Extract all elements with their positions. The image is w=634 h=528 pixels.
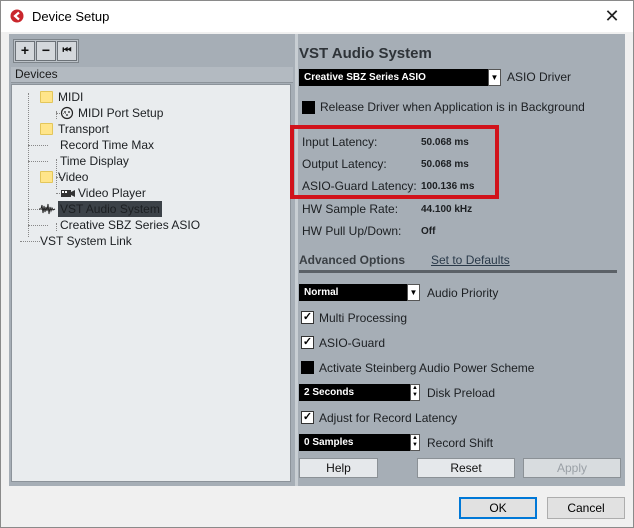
adjust-latency-label: Adjust for Record Latency <box>319 411 458 425</box>
folder-icon <box>40 171 53 183</box>
midi-port-icon <box>60 106 74 120</box>
content-area: + − ⏮ Devices MIDI MIDI Port Setup Trans… <box>9 34 625 486</box>
asio-guard-checkbox[interactable]: ✓ <box>301 336 314 349</box>
window-title: Device Setup <box>32 9 110 24</box>
spin-arrows-icon[interactable]: ▲ ▼ <box>410 434 420 451</box>
device-setup-window: Device Setup ✕ + − ⏮ Devices MIDI MIDI P… <box>0 0 634 528</box>
set-to-defaults-link[interactable]: Set to Defaults <box>431 253 510 267</box>
tree-item-video[interactable]: Video <box>40 169 88 185</box>
hw-pull-label: HW Pull Up/Down: <box>302 224 402 238</box>
power-scheme-label: Activate Steinberg Audio Power Scheme <box>319 361 535 375</box>
release-driver-label: Release Driver when Application is in Ba… <box>320 100 585 114</box>
disk-preload-label: Disk Preload <box>427 386 496 400</box>
audio-priority-value: Normal <box>304 287 339 298</box>
cancel-button[interactable]: Cancel <box>547 497 625 519</box>
devices-tree: MIDI MIDI Port Setup Transport Record Ti… <box>11 84 291 482</box>
asio-driver-dropdown[interactable]: Creative SBZ Series ASIO ▼ <box>299 69 501 86</box>
folder-icon <box>40 123 53 135</box>
asio-driver-label: ASIO Driver <box>507 70 572 84</box>
video-player-icon <box>61 190 75 197</box>
adjust-latency-checkbox[interactable]: ✓ <box>301 411 314 424</box>
multi-processing-label: Multi Processing <box>319 311 408 325</box>
close-button[interactable]: ✕ <box>601 5 623 27</box>
record-shift-stepper[interactable]: 0 Samples ▲ ▼ <box>299 434 420 451</box>
disk-preload-stepper[interactable]: 2 Seconds ▲ ▼ <box>299 384 420 401</box>
apply-button[interactable]: Apply <box>523 458 621 478</box>
tab-advanced-options[interactable]: Advanced Options <box>299 253 405 267</box>
tree-item-creative-sbz-asio[interactable]: Creative SBZ Series ASIO <box>60 217 200 233</box>
chevron-down-icon: ▼ <box>407 284 420 301</box>
chevron-down-icon: ▼ <box>488 69 501 86</box>
help-button[interactable]: Help <box>299 458 378 478</box>
devices-header: Devices <box>11 67 293 83</box>
advanced-tab-bar <box>299 270 617 273</box>
tree-item-vst-system-link[interactable]: VST System Link <box>40 233 132 249</box>
audio-priority-dropdown[interactable]: Normal ▼ <box>299 284 420 301</box>
remove-device-button[interactable]: − <box>36 41 56 61</box>
power-scheme-checkbox[interactable] <box>301 361 314 374</box>
disk-preload-value: 2 Seconds <box>304 387 355 398</box>
cubase-logo-icon <box>10 9 24 23</box>
tree-item-record-time-max[interactable]: Record Time Max <box>60 137 154 153</box>
hw-sample-rate-label: HW Sample Rate: <box>302 202 399 216</box>
asio-driver-value: Creative SBZ Series ASIO <box>304 72 426 83</box>
spin-arrows-icon[interactable]: ▲ ▼ <box>410 384 420 401</box>
audio-priority-label: Audio Priority <box>427 286 499 300</box>
tree-item-time-display[interactable]: Time Display <box>60 153 129 169</box>
title-bar: Device Setup ✕ <box>1 1 633 32</box>
reset-button[interactable]: Reset <box>417 458 515 478</box>
add-device-button[interactable]: + <box>15 41 35 61</box>
ok-button[interactable]: OK <box>459 497 537 519</box>
multi-processing-checkbox[interactable]: ✓ <box>301 311 314 324</box>
tree-item-vst-audio-system[interactable]: VST Audio System <box>38 201 162 217</box>
audio-waveform-icon <box>39 203 56 215</box>
latency-highlight-box <box>290 125 499 199</box>
record-shift-value: 0 Samples <box>304 437 354 448</box>
hw-sample-rate-value: 44.100 kHz <box>421 204 473 215</box>
hw-pull-value: Off <box>421 226 436 237</box>
asio-guard-label: ASIO-Guard <box>319 336 386 350</box>
vst-audio-system-title: VST Audio System <box>299 45 432 62</box>
release-driver-checkbox[interactable] <box>302 101 315 114</box>
folder-icon <box>40 91 53 103</box>
tree-item-video-player[interactable]: Video Player <box>60 185 146 201</box>
panel-divider[interactable] <box>295 34 298 486</box>
record-shift-label: Record Shift <box>427 436 494 450</box>
reset-device-button[interactable]: ⏮ <box>57 41 77 61</box>
tree-item-midi-port-setup[interactable]: MIDI Port Setup <box>60 105 163 121</box>
tree-item-midi[interactable]: MIDI <box>40 89 83 105</box>
tree-item-transport[interactable]: Transport <box>40 121 109 137</box>
